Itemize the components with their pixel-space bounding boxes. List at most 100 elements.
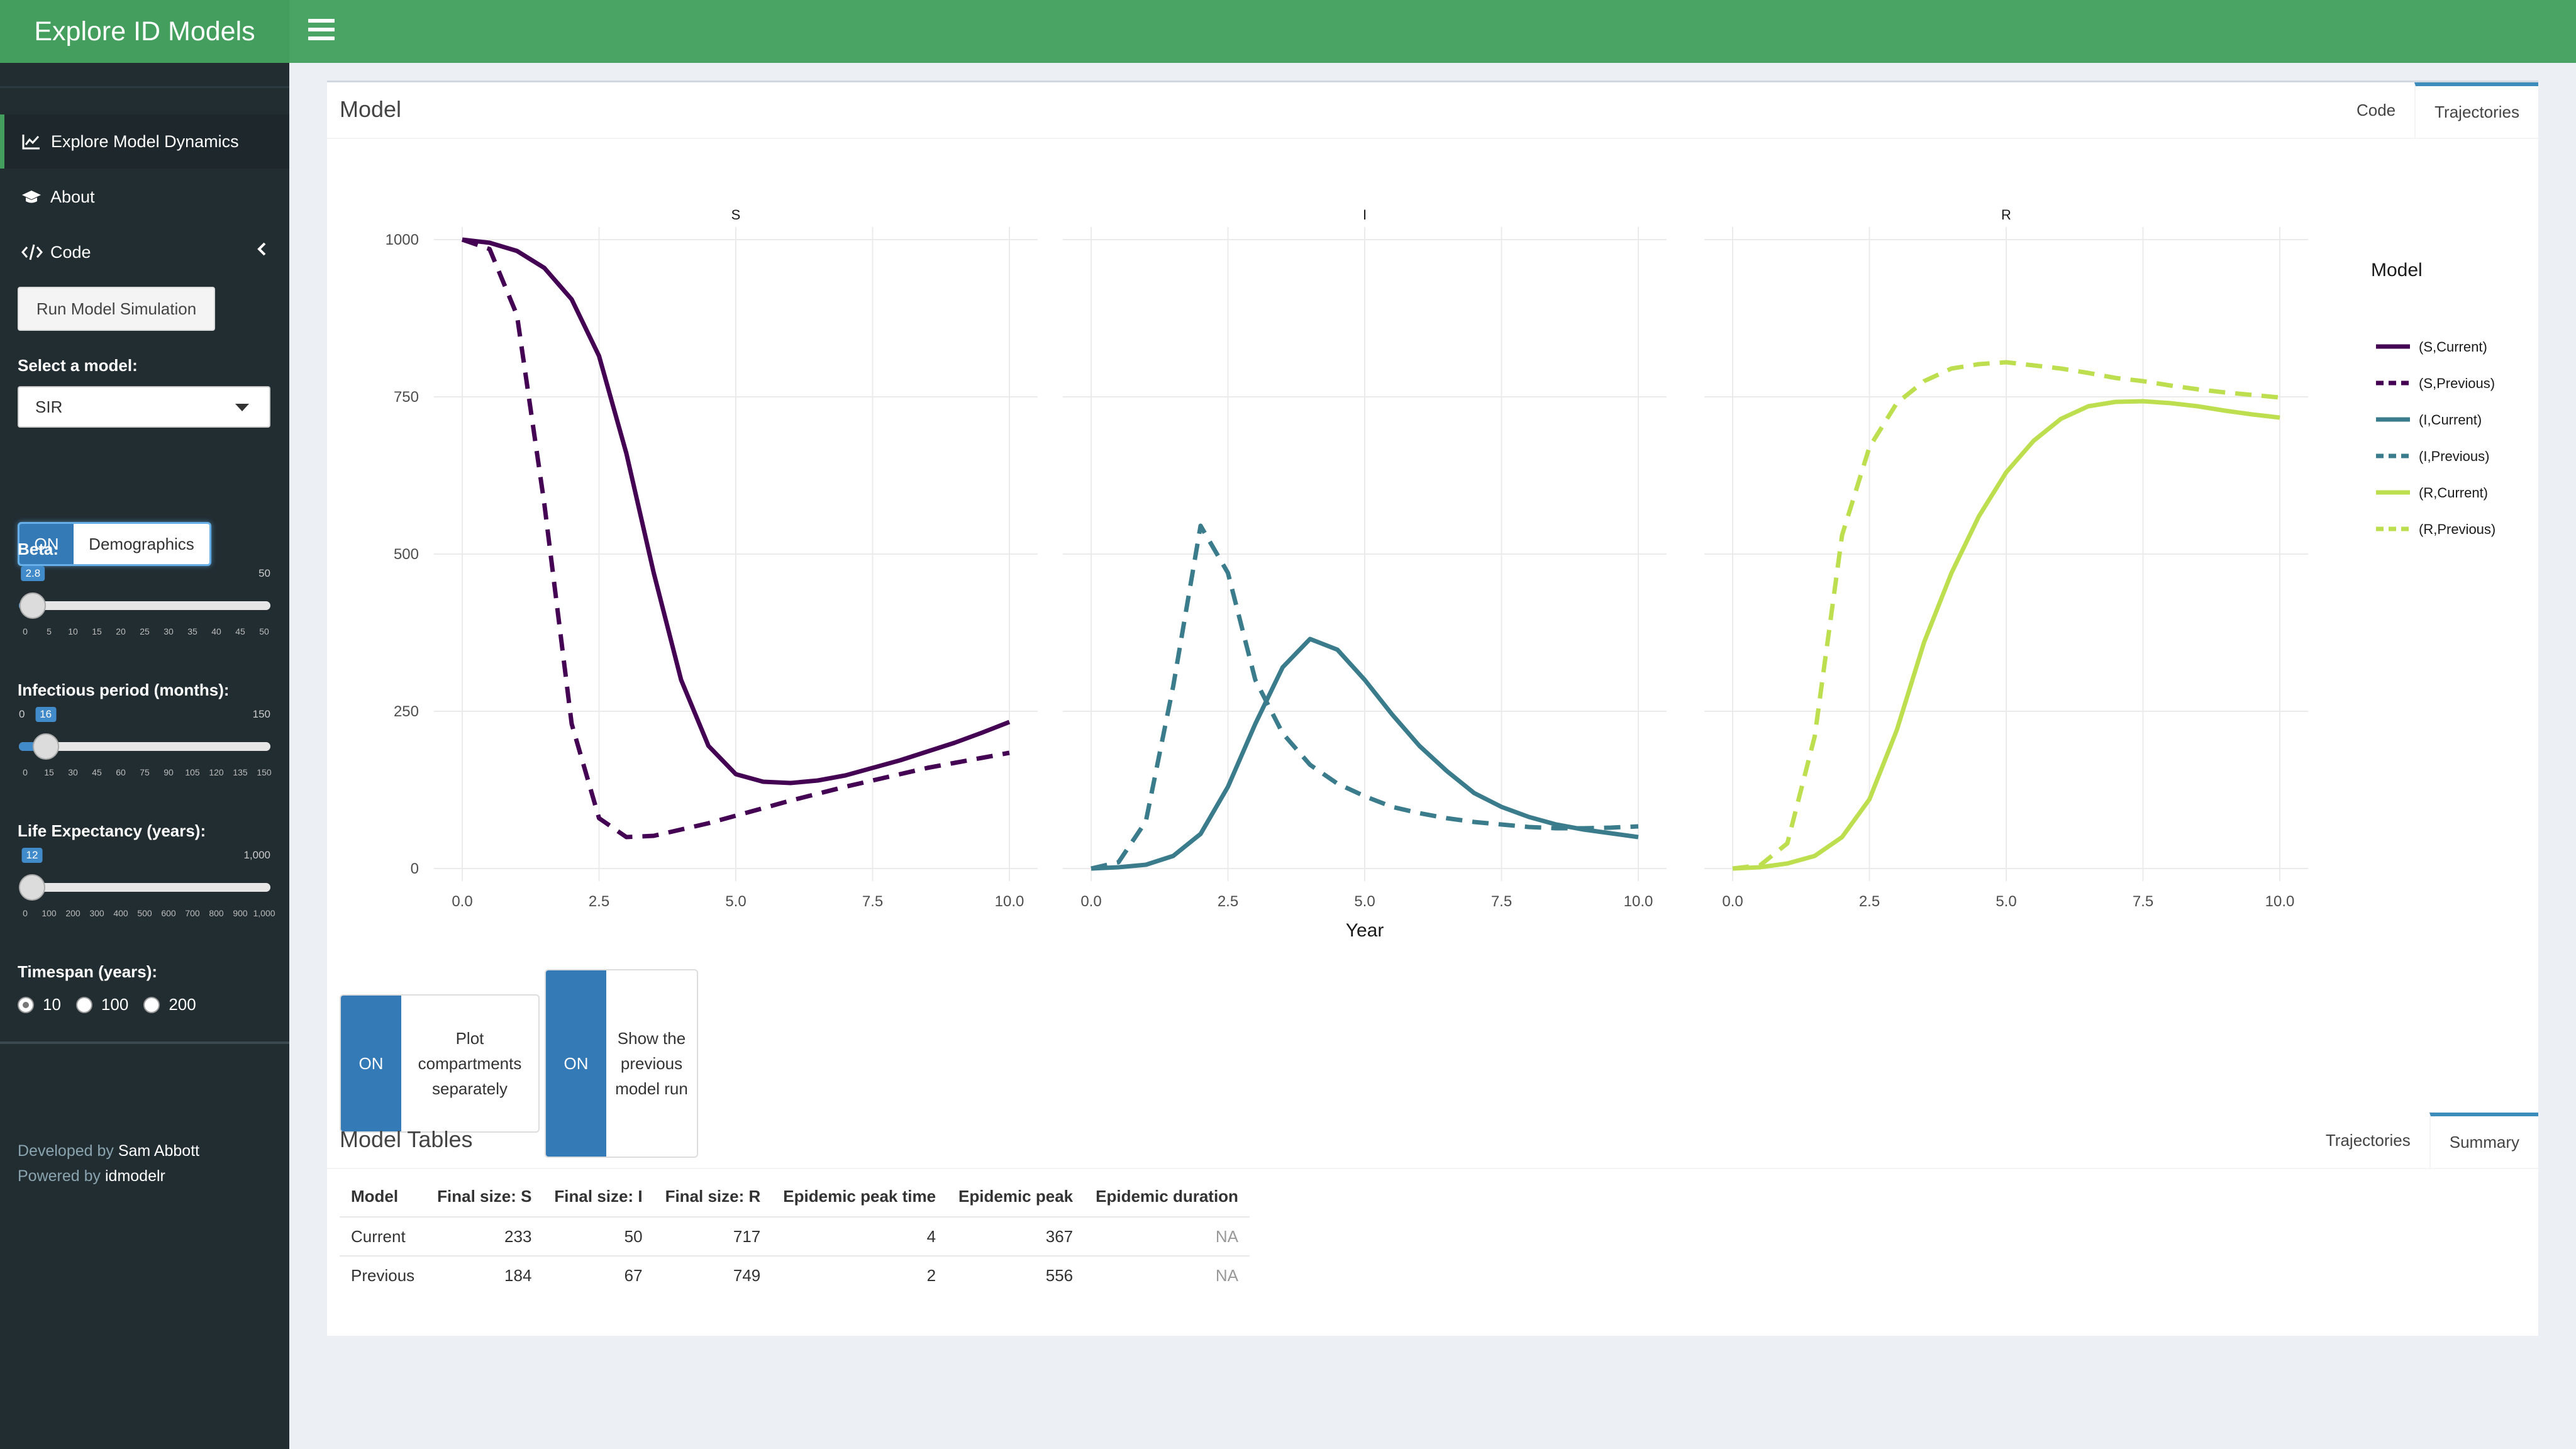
slider-handle[interactable]: [19, 874, 45, 901]
slider-track[interactable]: [19, 601, 270, 610]
y-tick-label: 1000: [386, 231, 419, 248]
tab-code[interactable]: Code: [2338, 82, 2414, 138]
facet-title: I: [1363, 207, 1367, 223]
sidebar-item-label: Explore Model Dynamics: [51, 131, 239, 151]
radio-dot[interactable]: [75, 996, 92, 1013]
facet-title: R: [2001, 207, 2011, 223]
timespan-radio-group: 10 100 200: [18, 995, 196, 1014]
table-cell: 749: [653, 1255, 772, 1295]
timespan-label: Timespan (years):: [18, 962, 158, 981]
x-tick-label: 5.0: [725, 893, 746, 910]
toggle-on-label: ON: [546, 970, 606, 1157]
tab-trajectories-table[interactable]: Trajectories: [2307, 1113, 2429, 1168]
x-tick-label: 7.5: [1491, 893, 1512, 910]
slider-max-label: 50: [258, 567, 270, 579]
author-link[interactable]: Sam Abbott: [118, 1142, 199, 1160]
graduation-cap-icon: [21, 189, 50, 204]
column-header: Epidemic duration: [1096, 1187, 1238, 1206]
slider-tick-label: 400: [113, 908, 128, 918]
y-tick-label: 250: [394, 703, 419, 720]
slider-tick-label: 50: [259, 626, 269, 636]
radio-dot[interactable]: [143, 996, 160, 1013]
beta-label: Beta:: [18, 540, 59, 558]
slider-tick-label: 35: [187, 626, 197, 636]
x-tick-label: 5.0: [1354, 893, 1375, 910]
legend-label: (I,Previous): [2419, 448, 2489, 464]
radio-label: 10: [43, 995, 61, 1014]
slider-tick-label: 0: [23, 626, 28, 636]
infectious-period-slider[interactable]: 0 150 16 0 15 30 45 60 75 90 105 120 135 150: [19, 707, 272, 782]
x-tick-label: 7.5: [862, 893, 883, 910]
slider-tick-label: 40: [211, 626, 221, 636]
slider-tick-label: 900: [233, 908, 248, 918]
tab-trajectories[interactable]: Trajectories: [2414, 82, 2538, 138]
table-cell: 717: [653, 1216, 772, 1256]
plot-separately-toggle[interactable]: ON Plot compartments separately: [340, 994, 540, 1133]
slider-max-label: 150: [252, 708, 270, 720]
sidebar-item-explore-model-dynamics[interactable]: Explore Model Dynamics: [0, 114, 289, 169]
credits-developed-by: Developed by: [18, 1142, 114, 1160]
slider-track[interactable]: [19, 883, 270, 892]
line-chart-icon: [22, 133, 51, 150]
slider-tick-label: 120: [209, 767, 224, 777]
radio-label: 200: [169, 995, 196, 1014]
y-tick-label: 750: [394, 389, 419, 406]
radio-dot[interactable]: [18, 996, 34, 1013]
box-header-divider: [327, 138, 2538, 139]
table-cell: NA: [1084, 1216, 1250, 1256]
x-tick-label: 0.0: [1080, 893, 1101, 910]
sidebar-item-code[interactable]: Code: [0, 225, 289, 279]
sidebar-toggle-icon[interactable]: [308, 19, 335, 44]
show-previous-toggle[interactable]: ON Show the previous model run: [545, 969, 698, 1158]
x-tick-label: 5.0: [1996, 893, 2016, 910]
table-cell: 67: [543, 1255, 654, 1295]
credits: Developed by Sam Abbott Powered by idmod…: [18, 1138, 199, 1189]
table-row: Previous 184 67 749 2 556 NA: [340, 1255, 1250, 1295]
run-model-simulation-button[interactable]: Run Model Simulation: [18, 287, 215, 331]
package-link[interactable]: idmodelr: [105, 1167, 165, 1185]
radio-label: 100: [101, 995, 129, 1014]
column-header: Epidemic peak: [958, 1187, 1074, 1206]
caret-down-icon: [235, 404, 249, 411]
slider-tick-label: 45: [92, 767, 102, 777]
tables-tabs: Trajectories Summary: [2307, 1113, 2538, 1168]
x-tick-label: 2.5: [1859, 893, 1880, 910]
trajectories-chart: 0.0 2.5 5.0 7.5 10.0 0 250 500 750 1000 S 0.0 2.5 5.0…: [386, 207, 2496, 941]
table-cell: NA: [1084, 1255, 1250, 1295]
chevron-left-icon[interactable]: [257, 242, 267, 261]
slider-tick-label: 45: [235, 626, 245, 636]
model-select[interactable]: SIR: [18, 386, 270, 428]
x-tick-label: 10.0: [1624, 893, 1653, 910]
slider-tick-label: 5: [47, 626, 52, 636]
table-cell: 367: [947, 1216, 1085, 1256]
slider-handle[interactable]: [32, 733, 59, 760]
table-cell: 233: [426, 1216, 543, 1256]
table-row: Current 233 50 717 4 367 NA: [340, 1216, 1250, 1256]
app-logo-title[interactable]: Explore ID Models: [0, 0, 289, 63]
toggle-label: Demographics: [89, 534, 194, 553]
tab-summary[interactable]: Summary: [2429, 1113, 2538, 1168]
timespan-radio-100[interactable]: 100: [75, 995, 129, 1014]
sidebar-item-label: About: [50, 187, 95, 206]
x-axis-title: Year: [1346, 920, 1384, 941]
timespan-radio-10[interactable]: 10: [18, 995, 61, 1014]
slider-tick-label: 600: [161, 908, 176, 918]
toggle-label: Show the previous model run: [615, 1029, 688, 1098]
slider-handle[interactable]: [19, 592, 47, 619]
code-icon: [21, 243, 50, 261]
life-expectancy-slider[interactable]: 0 1,000 12 01002003004005006007008009001…: [19, 848, 275, 923]
slider-tick-label: 500: [137, 908, 152, 918]
table-cell: Previous: [340, 1255, 426, 1295]
legend-label: (R,Previous): [2419, 521, 2496, 537]
column-header: Model: [351, 1187, 399, 1206]
sidebar-item-about[interactable]: About: [0, 170, 289, 224]
slider-min-label: 0: [19, 708, 25, 720]
x-tick-label: 0.0: [452, 893, 472, 910]
timespan-radio-200[interactable]: 200: [143, 995, 196, 1014]
slider-tick-label: 60: [116, 767, 126, 777]
legend-label: (R,Current): [2419, 485, 2488, 501]
beta-slider[interactable]: 0 50 2.8 05101520253035404550: [19, 566, 270, 641]
model-select-label: Select a model:: [18, 356, 138, 375]
legend-label: (S,Previous): [2419, 375, 2495, 391]
slider-tick-label: 300: [89, 908, 104, 918]
